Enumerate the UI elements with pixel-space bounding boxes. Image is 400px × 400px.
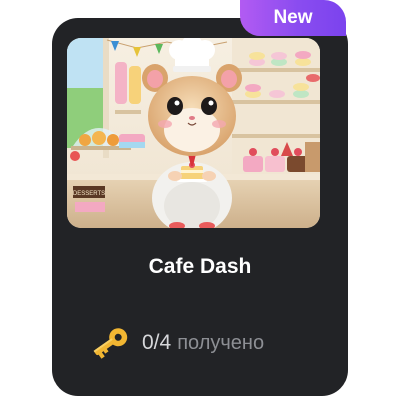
key-icon [88,326,132,360]
keys-count: 0/4 [142,331,172,354]
hamster-chef-illustration: DESSERTS [67,38,320,228]
keys-label: получено [177,331,265,354]
game-thumbnail[interactable]: DESSERTS [67,38,320,228]
keys-progress: 0/4 получено [88,326,264,360]
game-title: Cafe Dash [148,255,252,278]
new-badge: New [240,0,346,36]
desserts-sign: DESSERTS [73,191,105,197]
